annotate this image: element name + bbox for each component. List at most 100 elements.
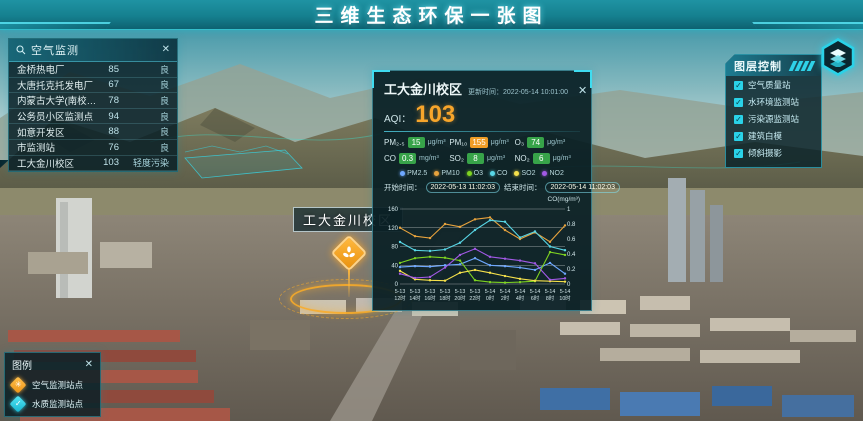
- fan-glyph: ✳: [15, 381, 22, 389]
- map-legend-panel: 图例 ✕ ✳空气监测站点✓水质监测站点: [4, 352, 101, 417]
- legend-series-name: SO2: [521, 170, 535, 177]
- checkbox-checked-icon[interactable]: ✓: [734, 132, 743, 141]
- svg-text:5-14: 5-14: [545, 289, 556, 295]
- svg-text:10时: 10时: [559, 294, 571, 302]
- svg-text:5-13: 5-13: [470, 289, 481, 295]
- chart-legend: PM2.5 PM10 O3 CO SO2 NO2: [384, 170, 580, 177]
- station-status: 良: [119, 94, 169, 107]
- header-wing-right: [752, 22, 863, 30]
- station-status: 良: [119, 110, 169, 123]
- chart-legend-item[interactable]: PM10: [434, 170, 459, 177]
- legend-dot-icon: [490, 171, 495, 176]
- legend-dot-icon: [400, 171, 405, 176]
- svg-text:40: 40: [391, 263, 398, 269]
- popup-title: 工大金川校区: [384, 79, 462, 98]
- pollutant-value-badge: 6: [533, 153, 550, 164]
- station-row[interactable]: 如意开发区88良: [9, 124, 177, 140]
- close-icon[interactable]: ✕: [578, 86, 587, 97]
- station-name: 工大金川校区: [17, 156, 97, 170]
- map-legend-rows: ✳空气监测站点✓水质监测站点: [12, 379, 93, 410]
- layers-toggle-button[interactable]: [819, 38, 857, 76]
- svg-text:5-13: 5-13: [440, 289, 451, 295]
- svg-text:6时: 6时: [531, 294, 540, 302]
- layer-item[interactable]: ✓ 倾斜摄影: [726, 144, 821, 161]
- legend-series-name: NO2: [549, 170, 563, 177]
- station-name: 金桥热电厂: [17, 62, 97, 76]
- layer-rows: ✓空气质量站✓水环境监测站✓污染源监测站✓建筑白模✓倾斜摄影: [726, 76, 821, 161]
- legend-series-name: PM10: [441, 170, 459, 177]
- app-header: 三维生态环保一张图: [0, 0, 863, 30]
- station-row[interactable]: 市监测站76良: [9, 140, 177, 156]
- map-canvas[interactable]: 三维生态环保一张图 空气监测 ✕ 金桥热电厂85良大唐托克托发电厂67良内蒙古大…: [0, 0, 863, 421]
- chart-legend-item[interactable]: O3: [467, 170, 483, 177]
- pollutant-unit: μg/m³: [547, 139, 565, 146]
- pollutant-unit: μg/m³: [487, 155, 505, 162]
- station-aqi: 94: [97, 111, 119, 122]
- water-station-icon: ✓: [10, 396, 27, 413]
- header-wing-left: [0, 22, 111, 30]
- svg-text:12时: 12时: [394, 294, 406, 302]
- svg-text:16时: 16时: [424, 294, 436, 302]
- station-row[interactable]: 工大金川校区103轻度污染: [9, 156, 177, 172]
- pollutant-cell: SO₂8μg/m³: [449, 153, 514, 164]
- layer-item[interactable]: ✓水环境监测站: [726, 93, 821, 110]
- end-time-picker[interactable]: 2022-05-14 11:02:03: [545, 182, 619, 193]
- pollutant-label: SO₂: [449, 154, 464, 163]
- legend-series-name: CO: [497, 170, 508, 177]
- checkbox-checked-icon[interactable]: ✓: [734, 115, 743, 124]
- checkbox-checked-icon[interactable]: ✓: [734, 81, 743, 90]
- legend-dot-icon: [542, 171, 547, 176]
- station-row[interactable]: 小召81良: [9, 171, 177, 172]
- stripes-decoration: [791, 61, 813, 71]
- layer-item[interactable]: ✓ 建筑白模: [726, 127, 821, 144]
- chart-legend-item[interactable]: CO: [490, 170, 508, 177]
- layer-item[interactable]: ✓ 污染源监测站: [726, 110, 821, 127]
- legend-series-name: PM2.5: [407, 170, 427, 177]
- station-row[interactable]: 内蒙古大学(南校区)78良: [9, 93, 177, 109]
- close-icon[interactable]: ✕: [162, 45, 170, 55]
- pollutant-value-badge: 15: [408, 137, 425, 148]
- update-time-value: 2022-05-14 10:01:00: [503, 89, 568, 96]
- station-aqi: 103: [97, 157, 119, 168]
- checkbox-checked-icon[interactable]: ✓: [734, 149, 743, 158]
- svg-text:0.4: 0.4: [567, 252, 576, 258]
- legend-series-name: O3: [474, 170, 483, 177]
- legend-dot-icon: [434, 171, 439, 176]
- pollutant-value-badge: 155: [470, 137, 487, 148]
- station-row[interactable]: 金桥热电厂85良: [9, 62, 177, 78]
- station-row[interactable]: 公务员小区监测点94良: [9, 109, 177, 125]
- station-name: 公务员小区监测点: [17, 109, 97, 123]
- checkbox-checked-icon[interactable]: ✓: [734, 98, 743, 107]
- layer-label: 倾斜摄影: [748, 147, 782, 159]
- layer-label: 空气质量站: [748, 79, 791, 91]
- chart-legend-item[interactable]: PM2.5: [400, 170, 427, 177]
- legend-dot-icon: [514, 171, 519, 176]
- station-panel-title: 空气监测: [31, 42, 157, 58]
- chart-legend-item[interactable]: SO2: [514, 170, 535, 177]
- panel-side-tab[interactable]: [177, 47, 178, 73]
- chart-legend-item[interactable]: NO2: [542, 170, 563, 177]
- pollutant-grid: PM₂.₅15μg/m³PM₁₀155μg/m³O₃74μg/m³CO0.3mg…: [384, 137, 580, 164]
- pollutant-label: PM₁₀: [449, 138, 467, 147]
- svg-text:0时: 0时: [486, 294, 495, 302]
- pollutant-cell: PM₂.₅15μg/m³: [384, 137, 449, 148]
- layer-item[interactable]: ✓ 空气质量站: [726, 76, 821, 93]
- station-aqi: 88: [97, 126, 119, 137]
- pollutant-unit: mg/m³: [419, 155, 439, 162]
- layer-label: 建筑白模: [748, 130, 782, 142]
- start-time-picker[interactable]: 2022-05-13 11:02:03: [426, 182, 500, 193]
- pollutant-value-badge: 8: [467, 153, 484, 164]
- station-row[interactable]: 大唐托克托发电厂67良: [9, 78, 177, 94]
- layer-label: 污染源监测站: [748, 113, 799, 125]
- station-rows: 金桥热电厂85良大唐托克托发电厂67良内蒙古大学(南校区)78良公务员小区监测点…: [9, 62, 177, 172]
- pollutant-cell: O₃74μg/m³: [515, 137, 580, 148]
- close-icon[interactable]: ✕: [85, 360, 93, 370]
- pollutant-unit: μg/m³: [428, 139, 446, 146]
- station-name: 内蒙古大学(南校区): [17, 93, 97, 107]
- map-legend-title: 图例: [12, 357, 85, 372]
- pollutant-label: CO: [384, 154, 396, 163]
- station-name: 小召: [17, 171, 97, 172]
- station-list-panel: 空气监测 ✕ 金桥热电厂85良大唐托克托发电厂67良内蒙古大学(南校区)78良公…: [8, 38, 178, 172]
- station-name: 大唐托克托发电厂: [17, 78, 97, 92]
- svg-text:5-13: 5-13: [395, 289, 406, 295]
